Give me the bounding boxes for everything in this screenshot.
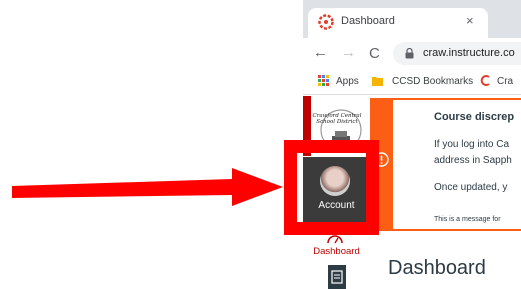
arrow-icon (12, 168, 283, 206)
